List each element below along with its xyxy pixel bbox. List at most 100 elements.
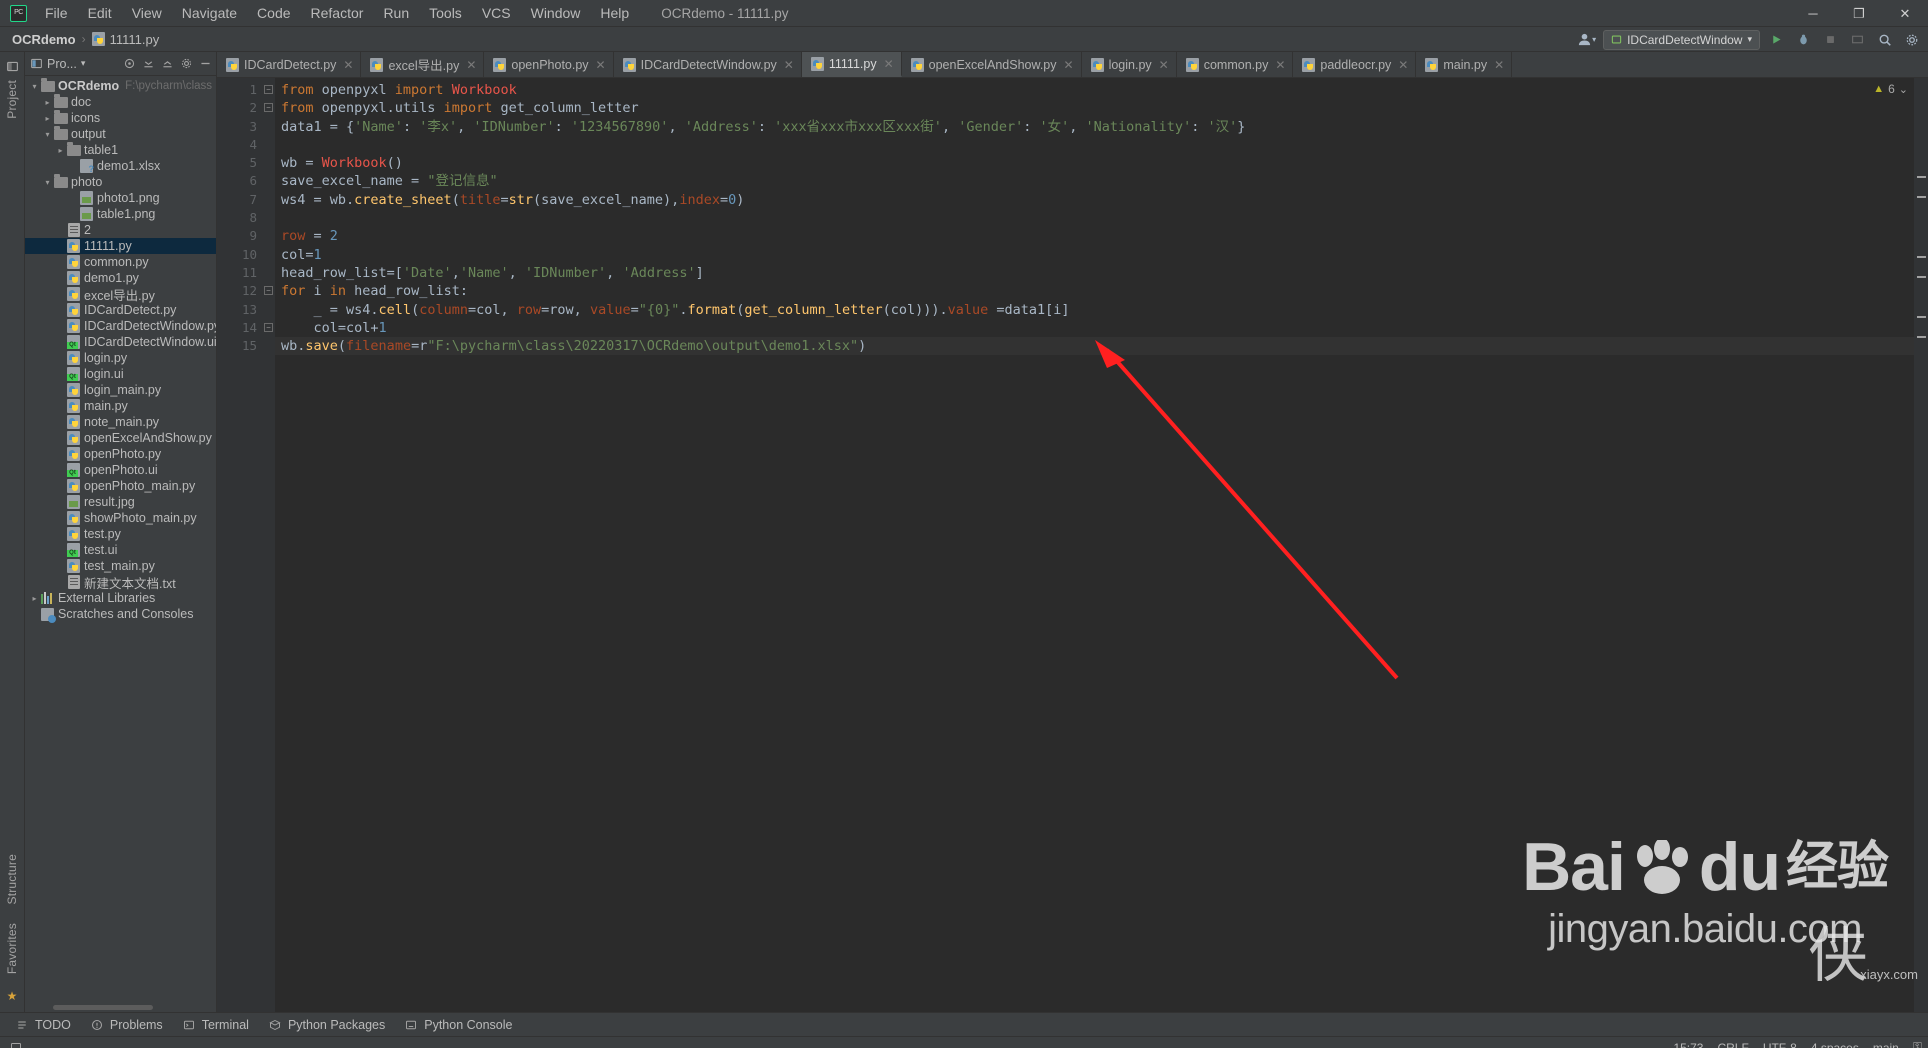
project-file-tree[interactable]: ▾ OCRdemo F:\pycharm\class ▸ doc ▸ icons ▾ outpu…	[25, 76, 216, 1003]
tree-expand-arrow-icon[interactable]: ▾	[29, 78, 40, 94]
tree-item[interactable]: ▸ icons	[25, 109, 216, 126]
code-editor[interactable]: 1 2 3 4 5 6 7 8 9 10 11 12 13 14 15 − − − − from openp…	[217, 78, 1928, 1012]
tree-item[interactable]: ▸ External Libraries	[25, 590, 216, 606]
project-panel-title-group[interactable]: Pro... ▾	[30, 57, 118, 71]
code-line[interactable]	[275, 209, 1914, 227]
tree-expand-arrow-icon[interactable]: ▸	[55, 142, 66, 158]
editor-tab[interactable]: IDCardDetectWindow.py ✕	[614, 52, 802, 77]
star-icon[interactable]: ★	[4, 988, 20, 1004]
run-icon[interactable]	[1766, 29, 1787, 50]
code-line[interactable]: row = 2	[275, 227, 1914, 245]
code-line[interactable]	[275, 136, 1914, 154]
code-content[interactable]: from openpyxl import Workbook from openpy…	[275, 78, 1914, 1012]
tree-expand-arrow-icon[interactable]: ▸	[42, 94, 53, 110]
menu-window[interactable]: Window	[521, 2, 591, 24]
fold-marker[interactable]: −	[264, 323, 273, 332]
caret-position[interactable]: 15:73	[1673, 1041, 1703, 1048]
code-line[interactable]: col=col+1	[275, 319, 1914, 337]
debug-icon[interactable]	[1793, 29, 1814, 50]
tree-item[interactable]: main.py	[25, 398, 216, 414]
tree-expand-arrow-icon[interactable]: ▾	[42, 126, 53, 142]
close-icon[interactable]: ✕	[343, 58, 353, 72]
menu-refactor[interactable]: Refactor	[301, 2, 374, 24]
file-encoding[interactable]: UTF-8	[1763, 1041, 1797, 1048]
tree-item[interactable]: 2	[25, 222, 216, 238]
tree-item[interactable]: test.py	[25, 526, 216, 542]
tree-expand-arrow-icon[interactable]: ▸	[42, 110, 53, 126]
tool-window-button[interactable]: Problems	[81, 1015, 171, 1035]
indent-setting[interactable]: 4 spaces	[1811, 1041, 1859, 1048]
tree-item[interactable]: IDCardDetect.py	[25, 302, 216, 318]
close-icon[interactable]: ✕	[1159, 58, 1169, 72]
rail-label-favorites[interactable]: Favorites	[5, 919, 19, 978]
vcs-branch[interactable]: main	[1873, 1041, 1899, 1048]
run-configuration-selector[interactable]: IDCardDetectWindow ▾	[1603, 29, 1760, 50]
tree-item[interactable]: ▾ OCRdemo F:\pycharm\class	[25, 77, 216, 94]
tree-item[interactable]: openPhoto_main.py	[25, 478, 216, 494]
menu-file[interactable]: File	[35, 2, 78, 24]
close-button[interactable]: ✕	[1882, 0, 1928, 27]
menu-run[interactable]: Run	[373, 2, 419, 24]
tree-horizontal-scrollbar[interactable]	[25, 1003, 216, 1012]
close-icon[interactable]: ✕	[1064, 58, 1074, 72]
tree-item[interactable]: demo1.xlsx	[25, 158, 216, 174]
code-line[interactable]: head_row_list=['Date','Name', 'IDNumber'…	[275, 264, 1914, 282]
user-icon[interactable]: ▾	[1576, 29, 1597, 50]
lock-icon[interactable]: ⚿	[1913, 1040, 1922, 1048]
tree-expand-arrow-icon[interactable]: ▾	[42, 174, 53, 190]
tool-window-button[interactable]: TODO	[6, 1015, 79, 1035]
tool-window-button[interactable]: Python Console	[395, 1015, 520, 1035]
menu-navigate[interactable]: Navigate	[172, 2, 247, 24]
tree-item[interactable]: 11111.py	[25, 238, 216, 254]
code-line[interactable]: wb.save(filename=r"F:\pycharm\class\2022…	[275, 337, 1914, 356]
tree-item[interactable]: common.py	[25, 254, 216, 270]
rail-label-project[interactable]: Project	[5, 76, 19, 123]
hide-panel-icon[interactable]	[197, 56, 213, 72]
line-separator[interactable]: CRLF	[1717, 1041, 1748, 1048]
menu-edit[interactable]: Edit	[78, 2, 122, 24]
tree-item[interactable]: ▸ doc	[25, 93, 216, 110]
tree-item[interactable]: login_main.py	[25, 382, 216, 398]
menu-view[interactable]: View	[122, 2, 172, 24]
gear-icon[interactable]	[178, 56, 194, 72]
close-icon[interactable]: ✕	[1494, 58, 1504, 72]
tree-item[interactable]: test.ui	[25, 542, 216, 558]
expand-all-icon[interactable]	[159, 56, 175, 72]
code-line[interactable]: col=1	[275, 246, 1914, 264]
close-icon[interactable]: ✕	[784, 58, 794, 72]
tree-item[interactable]: photo1.png	[25, 190, 216, 206]
code-line[interactable]: from openpyxl.utils import get_column_le…	[275, 99, 1914, 117]
menu-code[interactable]: Code	[247, 2, 300, 24]
chevron-down-icon[interactable]: ▾	[81, 58, 86, 69]
gear-icon[interactable]	[1901, 29, 1922, 50]
editor-tab[interactable]: openPhoto.py ✕	[484, 52, 614, 77]
code-line[interactable]: for i in head_row_list:	[275, 282, 1914, 300]
tree-item[interactable]: openPhoto.py	[25, 446, 216, 462]
editor-tab[interactable]: login.py ✕	[1082, 52, 1177, 77]
tree-expand-arrow-icon[interactable]: ▸	[29, 590, 40, 606]
tree-item[interactable]: ▾ output	[25, 125, 216, 142]
editor-tab[interactable]: common.py ✕	[1177, 52, 1294, 77]
tool-window-button[interactable]: Python Packages	[259, 1015, 393, 1035]
tree-item[interactable]: result.jpg	[25, 494, 216, 510]
search-icon[interactable]	[1874, 29, 1895, 50]
code-line[interactable]: _ = ws4.cell(column=col, row=row, value=…	[275, 301, 1914, 319]
target-icon[interactable]	[121, 56, 137, 72]
editor-tab[interactable]: IDCardDetect.py ✕	[217, 52, 362, 77]
tree-item[interactable]: ▾ photo	[25, 173, 216, 190]
tree-item[interactable]: openExcelAndShow.py	[25, 430, 216, 446]
close-icon[interactable]: ✕	[1398, 58, 1408, 72]
project-panel-icon[interactable]	[4, 58, 20, 74]
code-line[interactable]: from openpyxl import Workbook	[275, 81, 1914, 99]
breadcrumb-file[interactable]: 11111.py	[110, 32, 160, 47]
inspection-caret-icon[interactable]: ⌄	[1899, 83, 1908, 96]
editor-tab[interactable]: main.py ✕	[1416, 52, 1513, 77]
tree-item[interactable]: Scratches and Consoles	[25, 606, 216, 623]
fold-marker[interactable]: −	[264, 85, 273, 94]
code-line[interactable]: save_excel_name = "登记信息"	[275, 172, 1914, 190]
tree-item[interactable]: 新建文本文档.txt	[25, 574, 216, 591]
status-layout-icon[interactable]	[8, 1040, 24, 1048]
code-folding-column[interactable]: − − − −	[263, 78, 275, 1012]
code-line[interactable]: data1 = {'Name': '李x', 'IDNumber': '1234…	[275, 118, 1914, 136]
close-icon[interactable]: ✕	[1275, 58, 1285, 72]
